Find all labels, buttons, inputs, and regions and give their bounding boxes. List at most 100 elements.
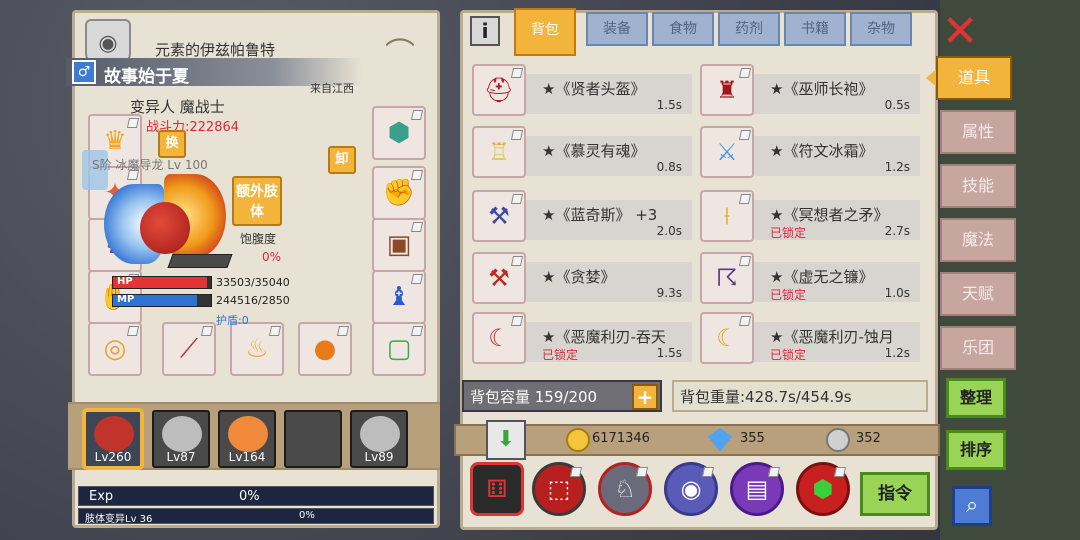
inventory-item[interactable]: ⚒ ★《蓝奇斯》 +3 2.0s (472, 190, 696, 242)
hp-bar: HP (112, 276, 212, 289)
character-origin: 来自江西 (310, 82, 354, 95)
arrange-button[interactable]: 整理 (946, 378, 1006, 418)
knight-icon: ♘ (614, 475, 636, 503)
unequip-button[interactable]: 卸 (328, 146, 356, 174)
hunger-label: 饱腹度 (240, 232, 277, 246)
inventory-item[interactable]: ⚒ ★《贪婪》 9.3s (472, 252, 696, 304)
computer-button[interactable]: ▤ (730, 462, 784, 516)
character-avatar (104, 174, 233, 278)
party-level: Lv164 (228, 450, 266, 464)
tab-bag[interactable]: 背包 (514, 8, 576, 56)
rune-button[interactable]: ⬚ (532, 462, 586, 516)
item-name: ★《恶魔利刃-吞天 (542, 328, 666, 346)
staff-icon: ⟋ (179, 333, 199, 364)
number-dice-button[interactable]: ⚅ (470, 462, 524, 516)
companion-button[interactable]: ♘ (598, 462, 652, 516)
item-name: ★《蓝奇斯》 +3 (542, 206, 658, 224)
mp-label: MP (117, 294, 135, 305)
robe-icon: ♜ (700, 64, 754, 116)
party-face (228, 416, 268, 452)
party-member-2[interactable]: Lv87 (152, 410, 210, 468)
tab-misc[interactable]: 杂物 (850, 12, 912, 46)
item-weight: 1.2s (884, 160, 910, 174)
inventory-item[interactable]: ☾ ★《恶魔利刃-蚀月 已锁定 1.2s (700, 312, 924, 364)
tab-books[interactable]: 书籍 (784, 12, 846, 46)
expand-capacity-button[interactable]: + (632, 384, 658, 410)
side-tab-band[interactable]: 乐团 (940, 326, 1016, 370)
party-member-empty[interactable] (284, 410, 342, 468)
party-face (162, 416, 202, 452)
inventory-item[interactable]: ♖ ★《慕灵有魂》 0.8s (472, 126, 696, 178)
close-icon[interactable]: ✕ (940, 10, 980, 54)
equip-slot-weapon[interactable]: ⟋ (162, 322, 216, 376)
equip-slot-boots[interactable]: ♝ (372, 270, 426, 324)
inventory-item[interactable]: ⛑ ★《贤者头盔》 1.5s (472, 64, 696, 116)
equip-slot-charm[interactable]: ● (298, 322, 352, 376)
axe-icon: ⚒ (472, 190, 526, 242)
silver-amount: 352 (856, 431, 881, 446)
equip-slot-shield[interactable]: ⬢ (372, 106, 426, 160)
item-weight: 0.5s (884, 98, 910, 112)
tab-equipment[interactable]: 装备 (586, 12, 648, 46)
sort-button[interactable]: 排序 (946, 430, 1006, 470)
party-face (94, 416, 134, 452)
dice-icon: ⚅ (486, 475, 508, 503)
armor-icon: ♖ (472, 126, 526, 178)
side-tab-magic[interactable]: 魔法 (940, 218, 1016, 262)
shield-value: 护盾:0 (216, 314, 249, 327)
search-icon[interactable]: ⌕ (952, 486, 992, 526)
emerald-icon: ⬢ (812, 475, 834, 503)
mp-bar: MP (112, 294, 212, 307)
hp-label: HP (117, 276, 133, 287)
command-button[interactable]: 指令 (860, 472, 930, 516)
side-tab-skills[interactable]: 技能 (940, 164, 1016, 208)
extra-limb-button[interactable]: 额外肢体 (232, 176, 282, 226)
character-head (140, 202, 190, 254)
item-weight: 2.7s (884, 224, 910, 238)
inventory-item[interactable]: ☈ ★《虚无之镰》 已锁定 1.0s (700, 252, 924, 304)
side-tab-items[interactable]: 道具 (936, 56, 1012, 100)
equip-slot-ring[interactable]: ◎ (88, 322, 142, 376)
shield-icon: ⬢ (387, 118, 411, 148)
gold-amount: 6171346 (592, 431, 650, 446)
party-member-1[interactable]: Lv260 (84, 410, 142, 468)
side-tab-attributes[interactable]: 属性 (940, 110, 1016, 154)
sword-icon: ⚔ (700, 126, 754, 178)
monitor-icon: ▤ (745, 475, 769, 503)
swap-pet-button[interactable]: 换 (158, 130, 186, 158)
equip-slot-offhand[interactable]: ♨ (230, 322, 284, 376)
item-locked: 已锁定 (770, 348, 807, 362)
item-locked: 已锁定 (542, 348, 579, 362)
rune-cube-icon: ⬚ (547, 475, 571, 503)
character-title: 元素的伊兹帕鲁特 (155, 41, 276, 59)
hanger-icon[interactable]: ⌒ (371, 29, 429, 72)
tab-food[interactable]: 食物 (652, 12, 714, 46)
skill-orb-button[interactable]: ◉ (664, 462, 718, 516)
party-member-3[interactable]: Lv164 (218, 410, 276, 468)
pumpkin-icon: ● (313, 334, 337, 364)
side-tab-talent[interactable]: 天赋 (940, 272, 1016, 316)
blade-icon: ☾ (472, 312, 526, 364)
equip-slot-accessory[interactable]: ▢ (372, 322, 426, 376)
bracer-icon: ✊ (382, 178, 416, 208)
boots-icon: ♝ (387, 282, 411, 312)
party-strip: Lv260 Lv87 Lv164 Lv89 (68, 402, 506, 470)
inventory-item[interactable]: ⟊ ★《冥想者之矛》 已锁定 2.7s (700, 190, 924, 242)
item-weight: 1.0s (884, 286, 910, 300)
character-name: 故事始于夏 (104, 67, 189, 87)
inventory-item[interactable]: ♜ ★《巫师长袍》 0.5s (700, 64, 924, 116)
exp-label: Exp (89, 489, 114, 504)
inventory-item[interactable]: ⚔ ★《符文冰霜》 1.2s (700, 126, 924, 178)
equip-slot-belt[interactable]: ▣ (372, 218, 426, 272)
inventory-item[interactable]: ☾ ★《恶魔利刃-吞天 已锁定 1.5s (472, 312, 696, 364)
party-level: Lv89 (364, 450, 394, 464)
party-member-5[interactable]: Lv89 (350, 410, 408, 468)
party-face (360, 416, 400, 452)
emerald-button[interactable]: ⬢ (796, 462, 850, 516)
tab-potion[interactable]: 药剂 (718, 12, 780, 46)
download-icon[interactable]: ⬇ (486, 420, 526, 460)
info-button[interactable]: i (470, 16, 500, 46)
gem-amount: 355 (740, 431, 765, 446)
equip-slot-bracer[interactable]: ✊ (372, 166, 426, 220)
silver-coin-icon (826, 428, 850, 452)
